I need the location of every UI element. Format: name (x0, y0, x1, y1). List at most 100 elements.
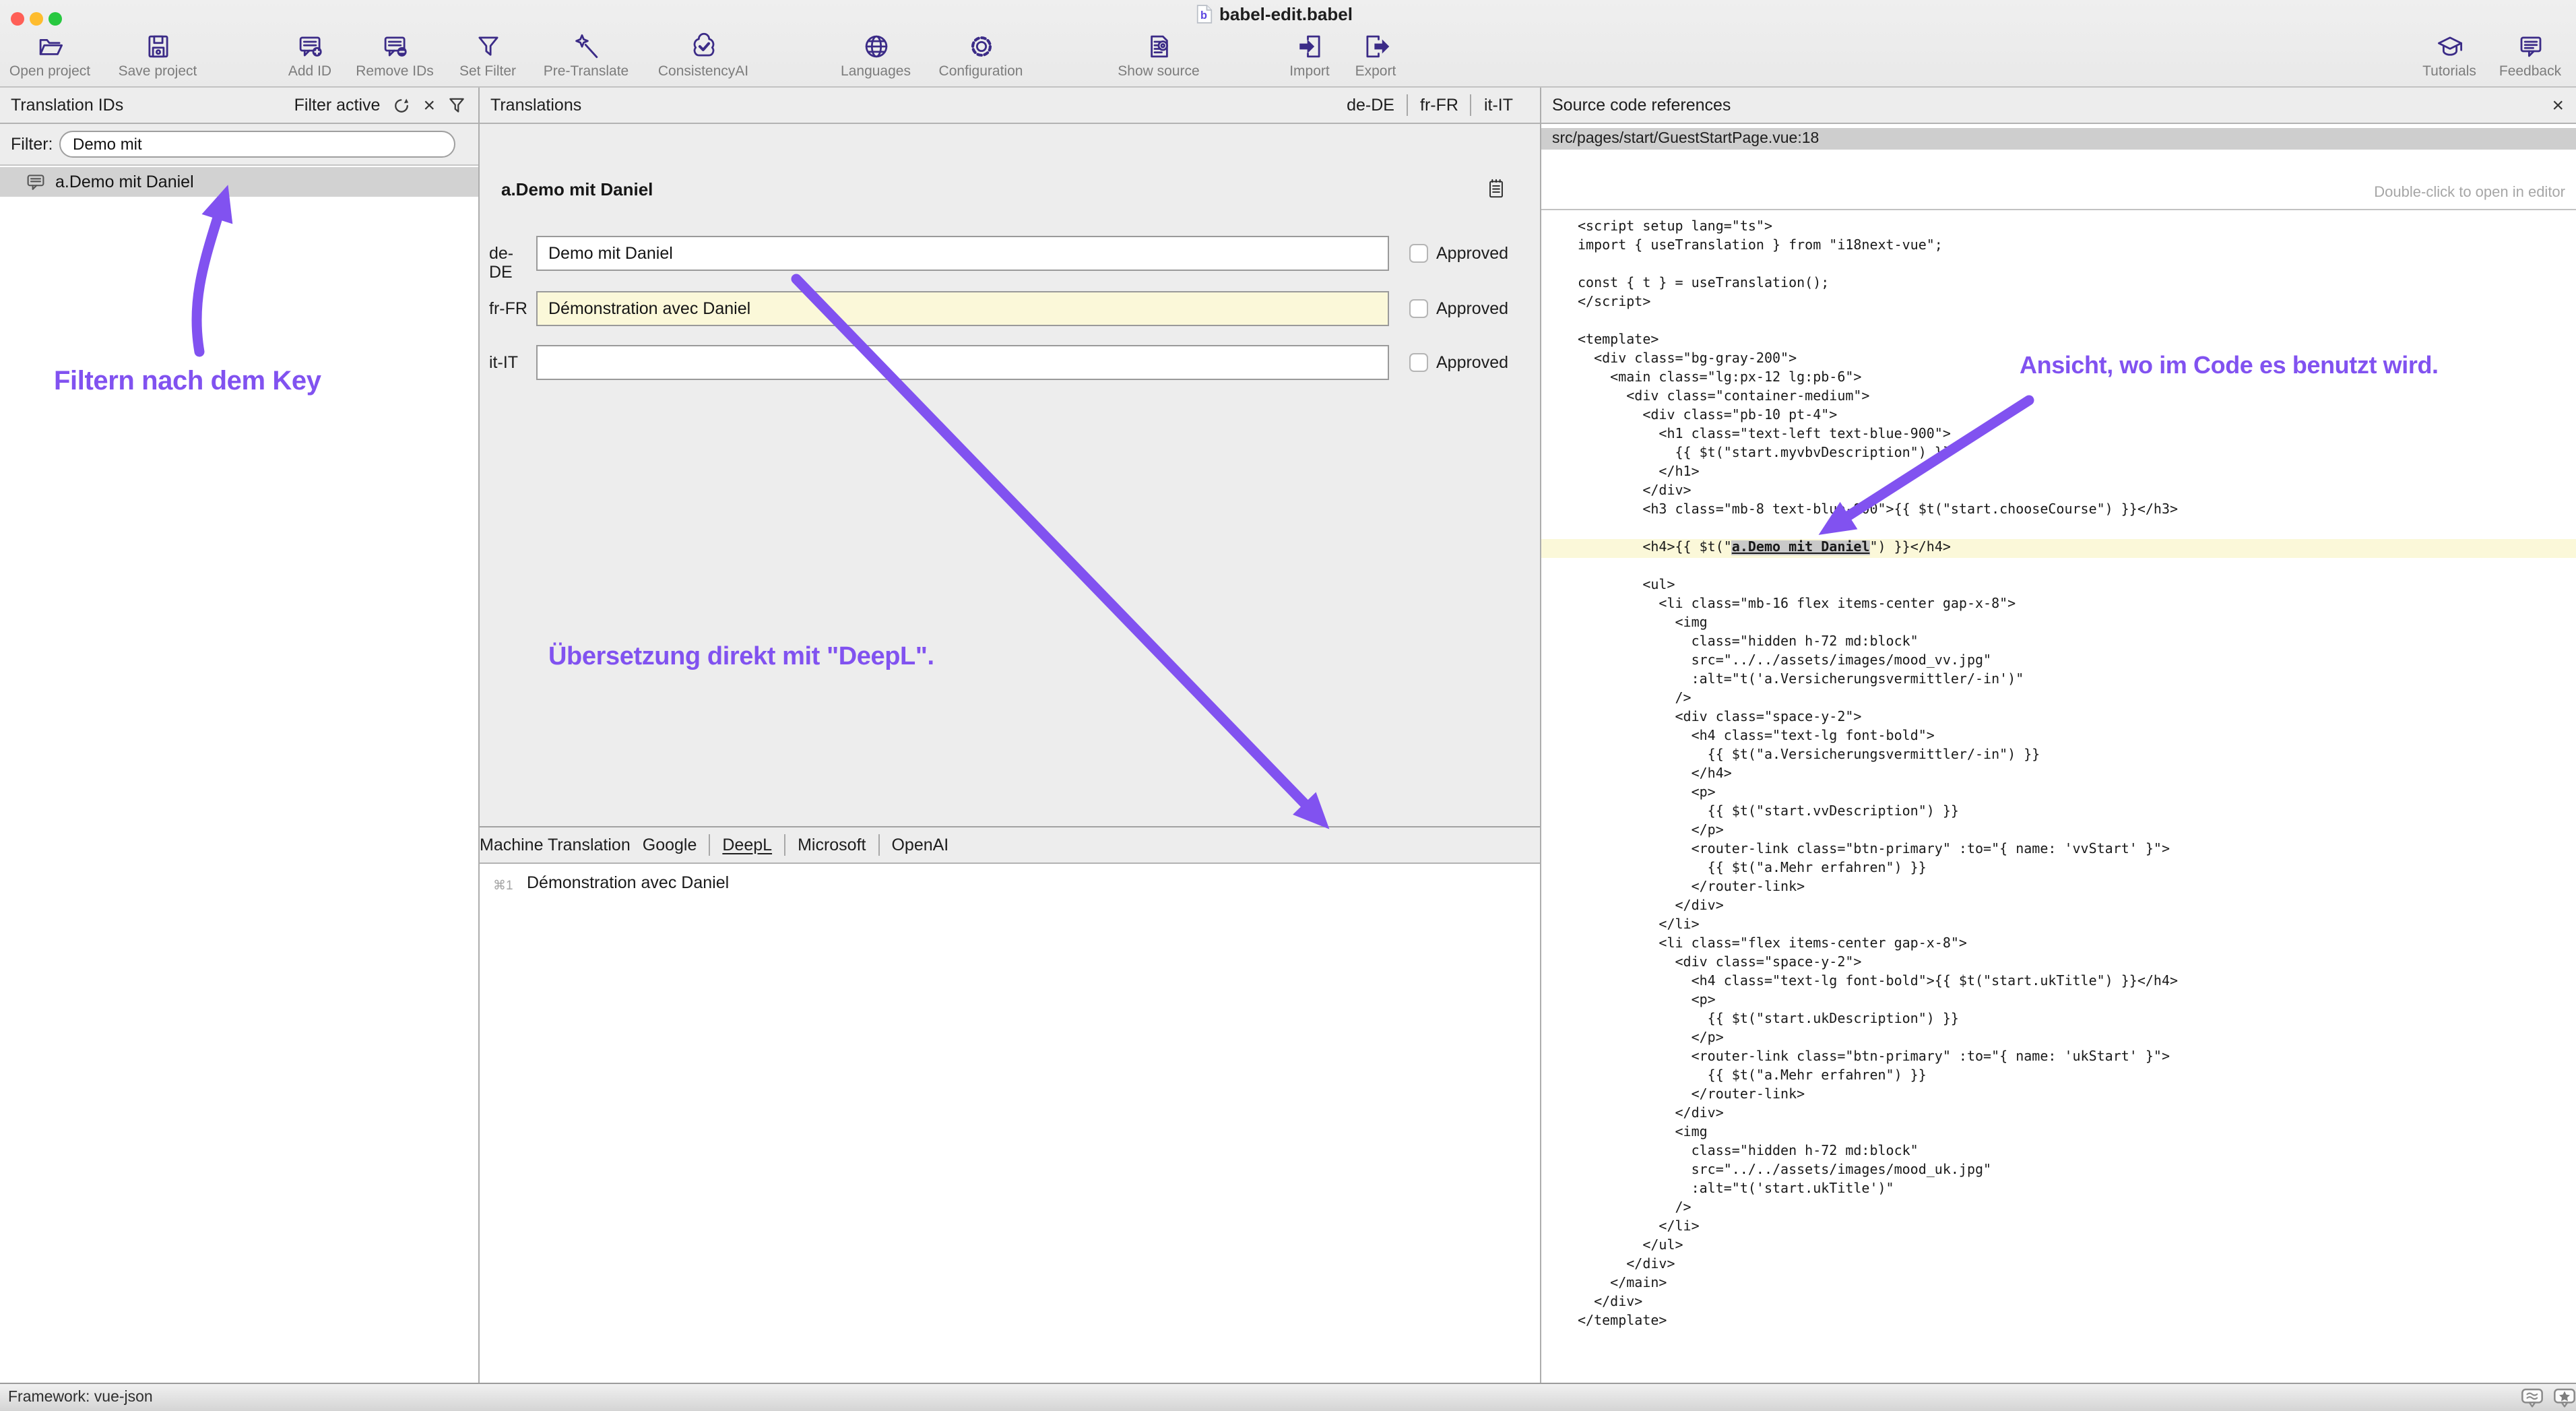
code-line: </li> (1541, 1218, 2576, 1237)
consistency-ai-brain-icon (689, 32, 717, 61)
code-line: class="hidden h-72 md:block" (1541, 1143, 2576, 1162)
translation-input-it-IT[interactable] (536, 345, 1389, 380)
entry-title: a.Demo mit Daniel (501, 179, 653, 199)
translation-id-label: a.Demo mit Daniel (55, 173, 194, 191)
code-line (1541, 313, 2576, 332)
translation-input-de-DE[interactable]: Demo mit Daniel (536, 236, 1389, 271)
source-code-view: <script setup lang="ts">import { useTran… (1541, 218, 2576, 1383)
code-line: </div> (1541, 482, 2576, 501)
remove-ids-icon (381, 32, 409, 61)
set-filter-icon (474, 32, 502, 61)
toolbar-item-label: Save project (93, 63, 222, 80)
minimize-window-button[interactable] (30, 12, 43, 26)
language-row-label: fr-FR (489, 299, 535, 318)
mt-provider-tab-openai[interactable]: OpenAI (879, 836, 961, 854)
code-line: {{ $t("a.Versicherungsvermittler/-in") }… (1541, 747, 2576, 765)
export-icon (1361, 32, 1390, 61)
configuration-gear-icon (967, 32, 995, 61)
mt-provider-tab-google[interactable]: Google (631, 836, 709, 854)
app-window: b babel-edit.babel Open projectSave proj… (0, 0, 2576, 1411)
code-line: <div class="pb-10 pt-4"> (1541, 407, 2576, 426)
code-line: <p> (1541, 784, 2576, 803)
languages-globe-icon (862, 32, 890, 61)
translations-panel: Translations de-DEfr-FRit-IT a.Demo mit … (480, 88, 1541, 1383)
language-tab-it-it[interactable]: it-IT (1472, 96, 1525, 115)
toolbar-item-label: Configuration (916, 63, 1045, 80)
code-line: const { t } = useTranslation(); (1541, 275, 2576, 294)
language-row-label: it-IT (489, 353, 535, 372)
feedback-button[interactable]: Feedback (2466, 32, 2576, 80)
code-line (1541, 256, 2576, 275)
source-references-title: Source code references (1541, 96, 1731, 115)
comment-note-icon[interactable] (1487, 178, 1505, 199)
code-line: </template> (1541, 1313, 2576, 1331)
source-references-panel: Source code references × src/pages/start… (1541, 88, 2576, 1383)
translations-header: Translations de-DEfr-FRit-IT (480, 88, 1540, 124)
save-project-icon (143, 32, 172, 61)
toolbar-item-label: ConsistencyAI (639, 63, 768, 80)
code-line: <h4 class="text-lg font-bold"> (1541, 728, 2576, 747)
code-line: {{ $t("start.myvbvDescription") }} (1541, 445, 2576, 464)
speech-bubble-icon (26, 173, 46, 191)
translation-input-fr-FR[interactable]: Démonstration avec Daniel (536, 291, 1389, 326)
machine-translation-title: Machine Translation (480, 836, 631, 854)
filter-input[interactable] (59, 131, 455, 158)
code-line: <h1 class="text-left text-blue-900"> (1541, 426, 2576, 445)
code-line: </p> (1541, 822, 2576, 841)
save-project-button[interactable]: Save project (93, 32, 222, 80)
star-bubble-icon[interactable] (2553, 1388, 2576, 1408)
approved-label: Approved (1436, 244, 1508, 263)
open-in-editor-hint: Double-click to open in editor (1541, 185, 2565, 201)
highlighted-translation-key: a.Demo mit Daniel (1732, 540, 1870, 555)
show-source-button[interactable]: Show source (1094, 32, 1223, 80)
open-project-icon (36, 32, 64, 61)
configuration-button[interactable]: Configuration (916, 32, 1045, 80)
translations-title: Translations (480, 96, 581, 115)
code-line: /> (1541, 690, 2576, 709)
mt-suggestion[interactable]: Démonstration avec Daniel (527, 873, 729, 892)
language-row-label: de-DE (489, 244, 535, 282)
approved-checkbox-it-IT[interactable] (1409, 353, 1428, 372)
code-line: </li> (1541, 916, 2576, 935)
translations-body: a.Demo mit Daniel de-DEDemo mit Daniel Ap… (480, 124, 1540, 826)
pre-translate-button[interactable]: Pre-Translate (521, 32, 651, 80)
clear-filter-icon[interactable]: × (423, 95, 435, 115)
close-window-button[interactable] (11, 12, 24, 26)
notes-bubble-icon[interactable] (2521, 1388, 2544, 1408)
code-line: <router-link class="btn-primary" :to="{ … (1541, 1048, 2576, 1067)
approved-label: Approved (1436, 299, 1508, 318)
consistencyai-button[interactable]: ConsistencyAI (639, 32, 768, 80)
code-line: <p> (1541, 992, 2576, 1011)
show-source-icon (1145, 32, 1173, 61)
toolbar-item-label: Pre-Translate (521, 63, 651, 80)
mt-provider-tab-deepl[interactable]: DeepL (710, 836, 784, 854)
approved-checkbox-de-DE[interactable] (1409, 244, 1428, 263)
code-line: src="../../assets/images/mood_uk.jpg" (1541, 1162, 2576, 1181)
source-reference-item[interactable]: src/pages/start/GuestStartPage.vue:18 (1541, 128, 2576, 150)
code-line: <template> (1541, 332, 2576, 350)
mt-provider-tab-microsoft[interactable]: Microsoft (785, 836, 878, 854)
code-line: <img (1541, 615, 2576, 633)
export-button[interactable]: Export (1311, 32, 1440, 80)
tutorials-cap-icon (2435, 32, 2464, 61)
translation-id-list-item[interactable]: a.Demo mit Daniel (0, 167, 478, 197)
zoom-window-button[interactable] (49, 12, 62, 26)
code-line: </div> (1541, 1294, 2576, 1313)
code-line: </script> (1541, 294, 2576, 313)
approved-checkbox-fr-FR[interactable] (1409, 299, 1428, 318)
translation-ids-header: Translation IDs Filter active × (0, 88, 478, 124)
toolbar-item-label: Export (1311, 63, 1440, 80)
toolbar-item-label: Feedback (2466, 63, 2576, 80)
code-line: <router-link class="btn-primary" :to="{ … (1541, 841, 2576, 860)
code-line: </div> (1541, 1105, 2576, 1124)
language-tabs: de-DEfr-FRit-IT (1334, 88, 1525, 123)
language-tab-fr-fr[interactable]: fr-FR (1408, 96, 1471, 115)
filter-funnel-icon[interactable] (447, 96, 466, 115)
add-id-icon (296, 32, 324, 61)
language-tab-de-de[interactable]: de-DE (1334, 96, 1407, 115)
refresh-icon[interactable] (392, 96, 411, 115)
code-line: <h3 class="mb-8 text-blue-900">{{ $t("st… (1541, 501, 2576, 520)
close-panel-icon[interactable]: × (2552, 95, 2564, 115)
window-title: b babel-edit.babel (1196, 4, 1353, 24)
code-line: import { useTranslation } from "i18next-… (1541, 237, 2576, 256)
